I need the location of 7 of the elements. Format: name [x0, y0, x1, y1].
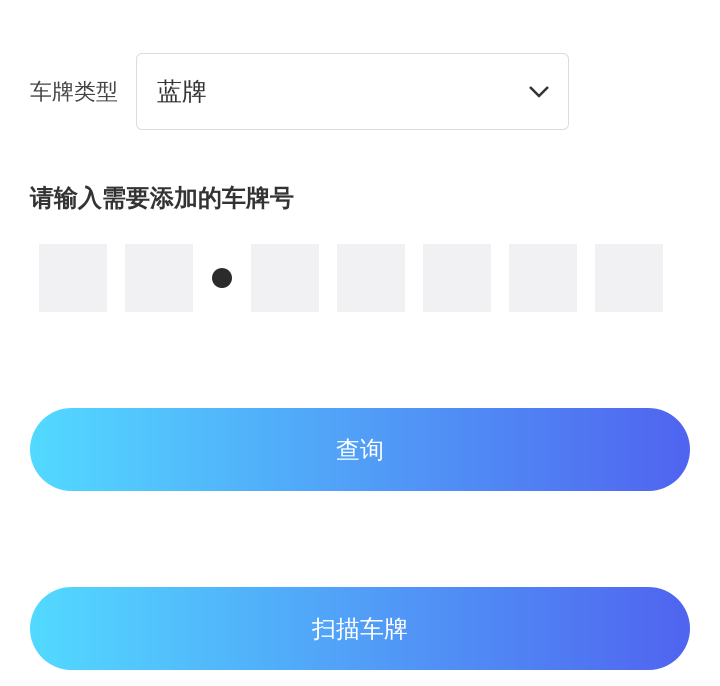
scan-plate-button[interactable]: 扫描车牌 — [30, 587, 690, 670]
chevron-down-icon — [528, 85, 550, 98]
plate-type-select[interactable]: 蓝牌 — [136, 53, 569, 130]
plate-type-label: 车牌类型 — [30, 78, 118, 106]
query-button[interactable]: 查询 — [30, 408, 690, 491]
plate-number-heading: 请输入需要添加的车牌号 — [30, 183, 295, 214]
separator-dot-icon — [212, 268, 232, 288]
